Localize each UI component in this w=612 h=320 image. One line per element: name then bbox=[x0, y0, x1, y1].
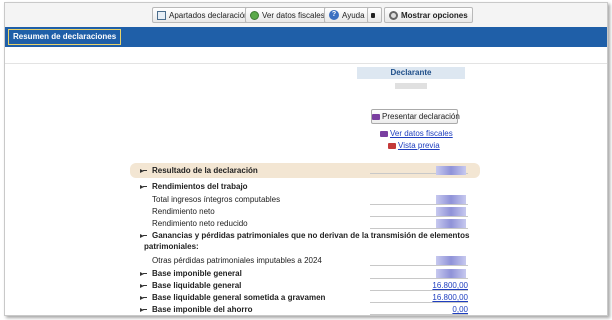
row-label: Base imponible del ahorro bbox=[152, 305, 253, 314]
table-row: Rendimiento neto reducido bbox=[130, 218, 480, 230]
row-label: Base imponible general bbox=[152, 269, 242, 278]
value-redacted bbox=[436, 166, 466, 175]
ver-datos-fiscales-link[interactable]: Ver datos fiscales bbox=[380, 129, 453, 138]
value-underline bbox=[370, 314, 468, 315]
document-icon bbox=[157, 10, 166, 20]
nav-bar: Resumen de declaraciones bbox=[5, 27, 607, 47]
declarante-header: Declarante bbox=[357, 67, 465, 79]
row-label-continuation: patrimoniales: bbox=[144, 242, 199, 251]
ver-datos-link-label: Ver datos fiscales bbox=[390, 129, 453, 138]
table-row: Base imponible general bbox=[130, 268, 480, 280]
value-underline bbox=[370, 302, 468, 303]
pdf-icon bbox=[388, 142, 396, 149]
table-row: Rendimientos del trabajo bbox=[130, 181, 480, 193]
presentar-declaracion-button[interactable]: Presentar declaración bbox=[371, 109, 460, 124]
table-row: Base imponible del ahorro 0,00 bbox=[130, 304, 480, 315]
table-row: Base liquidable general sometida a grava… bbox=[130, 292, 480, 304]
arrow-icon bbox=[140, 168, 147, 173]
divider bbox=[5, 63, 607, 64]
arrow-icon bbox=[140, 295, 147, 300]
value-redacted bbox=[436, 219, 466, 228]
row-label: Ganancias y pérdidas patrimoniales que n… bbox=[152, 231, 470, 240]
row-label: Base liquidable general sometida a grava… bbox=[152, 293, 326, 302]
fiscal-data-icon bbox=[380, 130, 388, 137]
ayuda-label: Ayuda bbox=[342, 10, 365, 20]
value-underline bbox=[370, 216, 468, 217]
value-underline bbox=[370, 265, 468, 266]
application-window: Apartados declaración Ver datos fiscales… bbox=[4, 2, 608, 316]
table-row: Resultado de la declaración bbox=[130, 163, 480, 178]
table-row: Otras pérdidas patrimoniales imputables … bbox=[130, 255, 480, 267]
row-value-link[interactable]: 0,00 bbox=[452, 305, 468, 314]
ver-datos-fiscales-button[interactable]: Ver datos fiscales bbox=[245, 7, 330, 23]
arrow-icon bbox=[140, 283, 147, 288]
ver-datos-label: Ver datos fiscales bbox=[262, 10, 325, 20]
toolbar: Apartados declaración Ver datos fiscales… bbox=[5, 3, 607, 27]
row-label: Rendimiento neto bbox=[152, 207, 215, 216]
apartados-label: Apartados declaración bbox=[169, 10, 249, 20]
apartados-declaracion-button[interactable]: Apartados declaración bbox=[152, 7, 254, 23]
row-label: Resultado de la declaración bbox=[152, 166, 258, 175]
declarante-name-redacted bbox=[395, 83, 427, 89]
row-label: Rendimiento neto reducido bbox=[152, 219, 248, 228]
presentar-label: Presentar declaración bbox=[382, 112, 460, 121]
mostrar-label: Mostrar opciones bbox=[401, 10, 468, 20]
arrow-icon bbox=[140, 233, 147, 238]
main-content: Declarante Presentar declaración Ver dat… bbox=[5, 47, 607, 315]
row-label: Total ingresos íntegros computables bbox=[152, 195, 281, 204]
tab-resumen-declaraciones[interactable]: Resumen de declaraciones bbox=[8, 29, 122, 45]
vista-previa-label: Vista previa bbox=[398, 141, 440, 150]
table-row: Base liquidable general 16.800,00 bbox=[130, 280, 480, 292]
camera-icon bbox=[371, 12, 375, 18]
ayuda-button[interactable]: ? Ayuda bbox=[324, 7, 370, 23]
table-row: Ganancias y pérdidas patrimoniales que n… bbox=[130, 230, 480, 251]
row-label: Base liquidable general bbox=[152, 281, 242, 290]
value-underline bbox=[370, 228, 468, 229]
arrow-icon bbox=[140, 184, 147, 189]
value-redacted bbox=[436, 195, 466, 204]
help-icon: ? bbox=[329, 10, 339, 20]
value-underline bbox=[370, 290, 468, 291]
mostrar-opciones-button[interactable]: Mostrar opciones bbox=[384, 7, 473, 23]
table-row: Total ingresos íntegros computables bbox=[130, 194, 480, 206]
arrow-icon bbox=[140, 271, 147, 276]
submit-icon bbox=[372, 113, 380, 120]
row-value-link[interactable]: 16.800,00 bbox=[432, 293, 468, 302]
row-value-link[interactable]: 16.800,00 bbox=[432, 281, 468, 290]
gear-icon bbox=[389, 10, 398, 20]
row-label: Otras pérdidas patrimoniales imputables … bbox=[152, 256, 322, 265]
vista-previa-link[interactable]: Vista previa bbox=[388, 141, 440, 150]
row-label: Rendimientos del trabajo bbox=[152, 182, 248, 191]
arrow-icon bbox=[140, 307, 147, 312]
value-underline bbox=[370, 204, 468, 205]
value-redacted bbox=[436, 207, 466, 216]
camera-button[interactable] bbox=[367, 7, 382, 23]
value-redacted bbox=[436, 256, 466, 265]
view-icon bbox=[250, 10, 259, 20]
value-redacted bbox=[436, 269, 466, 278]
value-underline bbox=[370, 278, 468, 279]
table-row: Rendimiento neto bbox=[130, 206, 480, 218]
